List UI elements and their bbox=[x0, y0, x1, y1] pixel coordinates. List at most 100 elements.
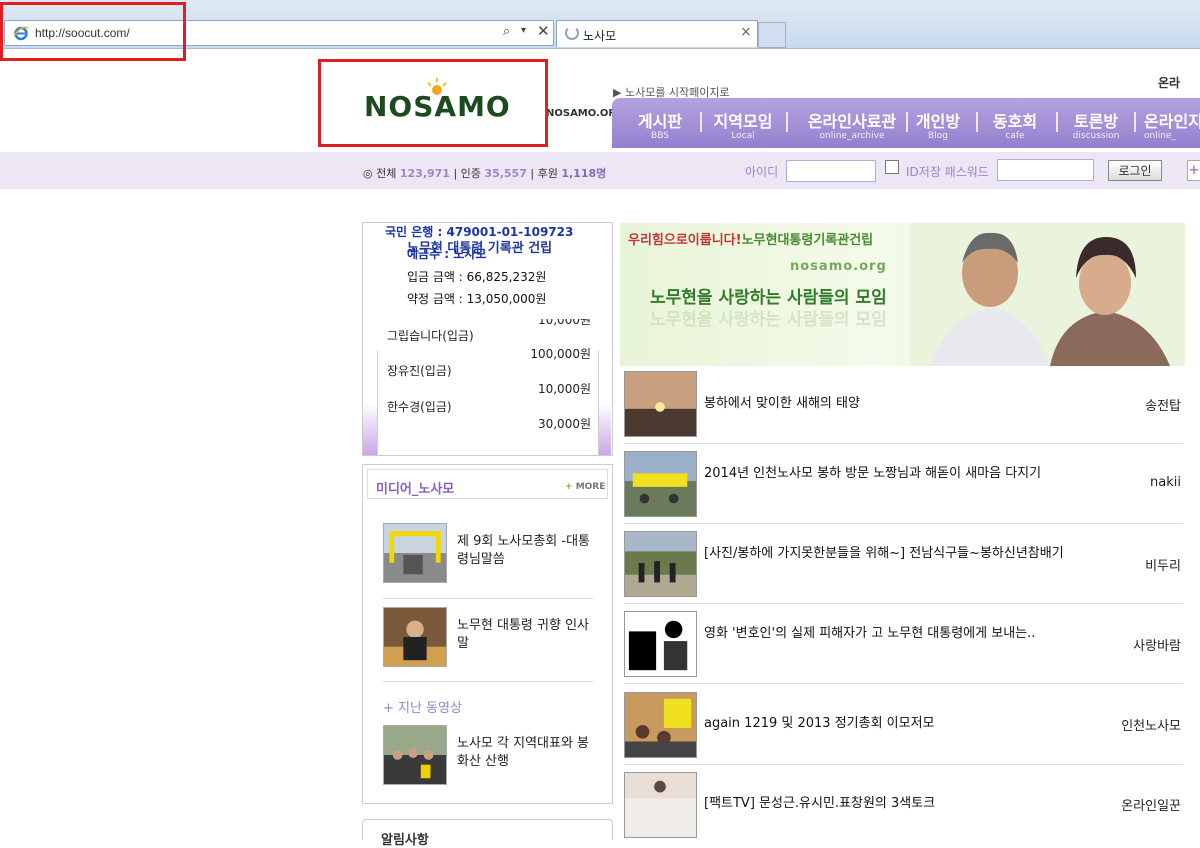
news-author[interactable]: 비두리 bbox=[1145, 555, 1181, 574]
divider bbox=[624, 443, 1183, 444]
media-item-title[interactable]: 노사모 각 지역대표와 봉화산 산행 bbox=[457, 735, 597, 771]
more-label: MORE bbox=[575, 482, 606, 492]
plus-button[interactable]: + bbox=[1187, 160, 1200, 181]
news-title[interactable]: 영화 '변호인'의 실제 피해자가 고 노무현 대통령에게 보내는.. bbox=[704, 624, 1094, 643]
divider bbox=[624, 523, 1183, 524]
nav-discussion[interactable]: 토론방 discussion bbox=[1064, 108, 1128, 141]
id-label: 아이디 bbox=[745, 165, 779, 179]
news-title[interactable]: [사진/봉하에 가지못한분들을 위해~] 전남식구들~봉하신년참배기 bbox=[704, 544, 1094, 563]
media-title[interactable]: 미디어_노사모 bbox=[376, 478, 454, 497]
chevron-down-icon[interactable]: ▾ bbox=[521, 25, 526, 36]
news-item[interactable]: [팩트TV] 문성근.유시민.표창원의 3색토크 온라인일꾼 bbox=[624, 772, 1183, 842]
nav-label: 개인방 bbox=[915, 112, 961, 131]
past-videos-label[interactable]: + 지난 동영상 bbox=[383, 697, 462, 716]
tab-title[interactable]: 노사모 bbox=[583, 27, 616, 44]
nav-sub: Blog bbox=[928, 131, 948, 141]
deposit-amount: 입금 금액 : 66,825,232원 bbox=[407, 270, 547, 284]
video-thumbnail[interactable] bbox=[383, 607, 447, 667]
news-thumbnail[interactable] bbox=[624, 531, 697, 597]
online-link[interactable]: 온라 bbox=[1158, 74, 1180, 91]
news-item[interactable]: [사진/봉하에 가지못한분들을 위해~] 전남식구들~봉하신년참배기 비두리 bbox=[624, 531, 1183, 604]
news-thumbnail[interactable] bbox=[624, 451, 697, 517]
media-header: 미디어_노사모 + MORE bbox=[367, 469, 608, 499]
nav-sub: Local bbox=[731, 131, 755, 141]
media-item-title[interactable]: 노무현 대통령 귀향 인사말 bbox=[457, 617, 597, 653]
save-id-password-label: ID저장 패스워드 bbox=[906, 165, 989, 179]
deposit-value: 66,825,232원 bbox=[466, 270, 547, 284]
pledge-value: 13,050,000원 bbox=[466, 292, 547, 306]
news-author[interactable]: 온라인일꾼 bbox=[1121, 795, 1181, 814]
news-title[interactable]: again 1219 및 2013 정기총회 이모저모 bbox=[704, 714, 1094, 733]
new-tab-button[interactable] bbox=[758, 22, 786, 48]
account-holder: 예금주 : 노사모 bbox=[407, 247, 487, 261]
news-title[interactable]: 2014년 인천노사모 봉하 방문 노짱님과 해돋이 새마음 다지기 bbox=[704, 464, 1094, 483]
search-icon[interactable]: ⌕ bbox=[503, 24, 510, 39]
news-author[interactable]: 송전탑 bbox=[1145, 395, 1181, 414]
donor-amount: 100,000원 bbox=[530, 347, 591, 361]
main-nav: 게시판 BBS 지역모임 Local 온라인사료관 online_archive 개인… bbox=[612, 98, 1200, 148]
more-link[interactable]: + MORE bbox=[565, 482, 605, 492]
nav-cafe[interactable]: 동호회 cafe bbox=[984, 108, 1046, 141]
nav-online[interactable]: 온라인지 online_ bbox=[1144, 108, 1200, 141]
news-title[interactable]: [팩트TV] 문성근.유시민.표창원의 3색토크 bbox=[704, 794, 1094, 813]
donor-name: 그립습니다(입금) bbox=[387, 329, 474, 343]
stats-verified: 35,557 bbox=[484, 167, 527, 180]
news-author[interactable]: nakii bbox=[1150, 475, 1181, 490]
ticker-decoration bbox=[599, 403, 611, 455]
video-thumbnail[interactable] bbox=[383, 523, 447, 583]
tab-close-icon[interactable]: × bbox=[740, 24, 752, 40]
highlight-box bbox=[0, 2, 186, 61]
divider bbox=[383, 681, 593, 682]
main-banner[interactable]: 우리힘으로이룹니다!노무현대통령기록관건립 nosamo.org 노무현을 사랑… bbox=[620, 223, 1185, 366]
media-item-title[interactable]: 제 9회 노사모총회 -대통령님말씀 bbox=[457, 533, 597, 569]
divider bbox=[624, 603, 1183, 604]
divider bbox=[624, 683, 1183, 684]
password-input[interactable] bbox=[997, 159, 1094, 181]
donor-amount: 10,000원 bbox=[537, 319, 591, 327]
banner-headline-shadow: 노무현을 사랑하는 사람들의 모임 bbox=[650, 310, 887, 330]
news-author[interactable]: 사랑바람 bbox=[1133, 635, 1181, 654]
news-item[interactable]: 영화 '변호인'의 실제 피해자가 고 노무현 대통령에게 보내는.. 사랑바람 bbox=[624, 611, 1183, 684]
banner-slogan: 우리힘으로이룹니다!노무현대통령기록관건립 bbox=[628, 229, 873, 248]
news-thumbnail[interactable] bbox=[624, 772, 697, 838]
nav-label: 온라인사료관 bbox=[807, 112, 897, 131]
nav-archive[interactable]: 온라인사료관 online_archive bbox=[794, 108, 910, 141]
notice-title[interactable]: 알림사항 bbox=[381, 829, 429, 848]
save-id-checkbox[interactable] bbox=[885, 160, 899, 174]
browser-tab[interactable]: 노사모 × bbox=[556, 20, 758, 47]
nav-label: 동호회 bbox=[992, 112, 1038, 131]
banner-url: nosamo.org bbox=[790, 259, 887, 274]
news-item[interactable]: 2014년 인천노사모 봉하 방문 노짱님과 해돋이 새마음 다지기 nakii bbox=[624, 451, 1183, 524]
stats-verified-label: 인증 bbox=[460, 167, 481, 180]
donor-ticker: 10,000원 그립습니다(입금) 100,000원 장유진(입금) 10,00… bbox=[377, 319, 599, 455]
nav-divider bbox=[1134, 112, 1136, 132]
nav-local[interactable]: 지역모임 Local bbox=[708, 108, 778, 141]
banner-slogan-red: 우리힘으로이룹니다! bbox=[628, 233, 742, 248]
news-thumbnail[interactable] bbox=[624, 371, 697, 437]
notice-box: 알림사항 bbox=[362, 819, 613, 848]
id-input[interactable] bbox=[786, 160, 876, 182]
video-thumbnail[interactable] bbox=[383, 725, 447, 785]
nav-label: 지역모임 bbox=[713, 112, 773, 131]
nav-blog[interactable]: 개인방 Blog bbox=[914, 108, 962, 141]
news-author[interactable]: 인천노사모 bbox=[1121, 715, 1181, 734]
banner-slogan-green: 노무현대통령기록관건립 bbox=[741, 233, 874, 248]
news-item[interactable]: again 1219 및 2013 정기총회 이모저모 인천노사모 bbox=[624, 692, 1183, 765]
news-item[interactable]: 봉하에서 맞이한 새해의 태양 송전탑 bbox=[624, 371, 1183, 444]
nav-bbs[interactable]: 게시판 BBS bbox=[628, 108, 692, 141]
banner-photo bbox=[910, 223, 1185, 366]
news-thumbnail[interactable] bbox=[624, 611, 697, 677]
nav-sub: online_ bbox=[1144, 131, 1176, 141]
bullet-icon: ◎ bbox=[363, 167, 373, 180]
nav-sub: cafe bbox=[1005, 131, 1025, 141]
login-button[interactable]: 로그인 bbox=[1108, 160, 1162, 181]
more-plus: + bbox=[565, 482, 573, 492]
highlight-box bbox=[318, 59, 548, 147]
close-icon[interactable]: ✕ bbox=[537, 22, 550, 40]
nav-divider bbox=[976, 112, 978, 132]
nav-divider bbox=[786, 112, 788, 132]
stats-total: 123,971 bbox=[399, 167, 450, 180]
nav-divider bbox=[700, 112, 702, 132]
news-thumbnail[interactable] bbox=[624, 692, 697, 758]
news-title[interactable]: 봉하에서 맞이한 새해의 태양 bbox=[704, 394, 1094, 413]
